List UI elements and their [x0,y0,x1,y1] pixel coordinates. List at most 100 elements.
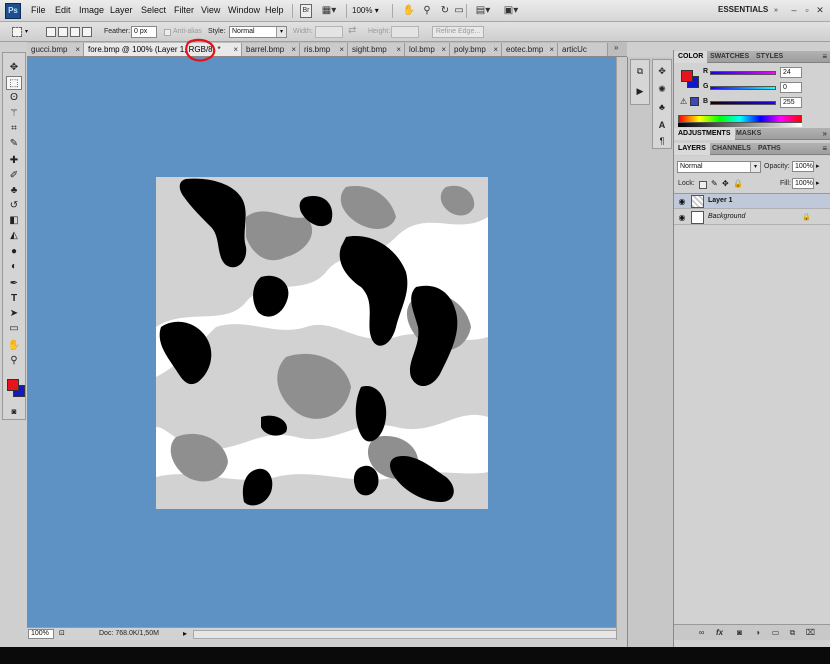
rotate-icon[interactable]: ↻ [438,4,452,18]
status-menu-arrow-icon[interactable]: ▸ [183,629,187,638]
style-select[interactable]: Normal ▾ [229,26,287,38]
tab-sight[interactable]: sight.bmp × [348,43,405,56]
opacity-input[interactable]: 100% [792,161,814,172]
fill-input[interactable]: 100% [792,178,814,189]
layer-row-background[interactable]: ◉ Background 🔒 [674,210,830,225]
delete-layer-icon[interactable]: ⌧ [805,627,816,638]
foreground-color-swatch[interactable] [7,379,19,391]
brushes-panel-icon[interactable]: ✺ [655,82,669,96]
slider-g[interactable]: G 0 [700,82,827,94]
quick-mask-icon[interactable]: ◙ [6,405,22,419]
opacity-arrow-icon[interactable]: ▸ [816,162,820,170]
close-tab-icon[interactable]: × [291,43,296,56]
dodge-tool-icon[interactable]: ◐ [6,260,22,274]
paragraph-panel-icon[interactable]: ¶ [655,134,669,148]
tab-eotec[interactable]: eotec.bmp × [502,43,558,56]
paint-bucket-icon[interactable]: ◭ [6,229,22,243]
tab-channels[interactable]: CHANNELS [708,143,755,155]
gray-ramp[interactable] [678,123,802,127]
tab-fore[interactable]: fore.bmp @ 100% (Layer 1, RGB/8) * × [84,43,242,56]
visibility-eye-icon[interactable]: ◉ [677,197,687,206]
path-select-icon[interactable]: ➤ [6,307,22,321]
minimize-icon[interactable]: – [788,4,800,16]
gamut-swatch[interactable] [690,97,699,106]
tab-barrel[interactable]: barrel.bmp × [242,43,300,56]
crop-tool-icon[interactable]: ⌗ [6,122,22,136]
clone-source-panel-icon[interactable]: ♣ [655,100,669,114]
close-tab-icon[interactable]: × [339,43,344,56]
eraser-tool-icon[interactable]: ◧ [6,214,22,228]
add-mask-icon[interactable]: ◙ [734,627,745,638]
lasso-tool-icon[interactable]: ʘ [6,91,22,105]
character-panel-icon[interactable]: A [655,118,669,132]
marquee-preset-icon[interactable] [12,27,22,37]
horizontal-scrollbar[interactable] [193,630,621,639]
close-icon[interactable]: ✕ [814,4,826,16]
slider-track[interactable] [710,86,776,90]
panel-menu-icon[interactable]: ≡ [822,51,827,63]
slider-track[interactable] [710,101,776,105]
slider-r[interactable]: R 24 [700,67,827,79]
screen-mode-icon[interactable]: ▣▾ [500,4,522,18]
move-tool-icon[interactable]: ✥ [6,61,22,75]
vertical-scrollbar[interactable] [616,57,627,640]
feather-input[interactable]: 0 px [131,26,157,38]
mini-bridge-icon[interactable]: ▦▾ [318,4,340,18]
status-preview-icon[interactable]: ⊡ [59,629,65,637]
blend-mode-select[interactable]: Normal ▾ [677,161,761,173]
color-ramp[interactable] [678,115,802,123]
arrange-icon[interactable]: ▤▾ [472,4,494,18]
zoom-level-dropdown[interactable]: 100% ▾ [352,4,386,18]
new-group-icon[interactable]: ▭ [770,627,781,638]
tab-styles[interactable]: STYLES [752,51,787,63]
layer-style-icon[interactable]: fx [714,627,725,638]
add-selection-icon[interactable] [58,27,68,37]
menu-select[interactable]: Select [141,5,166,15]
workspace-switcher[interactable]: ESSENTIALS [718,5,768,14]
visibility-eye-icon[interactable]: ◉ [677,213,687,222]
tab-poly[interactable]: poly.bmp × [450,43,502,56]
tab-layers[interactable]: LAYERS [674,143,710,155]
camo-image[interactable] [156,177,488,509]
fill-arrow-icon[interactable]: ▸ [816,179,820,187]
link-layers-icon[interactable]: ∞ [696,627,707,638]
close-tab-icon[interactable]: × [493,43,498,56]
bridge-icon[interactable]: Br [300,4,312,18]
intersect-selection-icon[interactable] [82,27,92,37]
navigator-panel-icon[interactable]: ✥ [655,64,669,78]
tab-lol[interactable]: lol.bmp × [405,43,450,56]
panel-menu-icon[interactable]: » [823,128,827,140]
menu-view[interactable]: View [201,5,220,15]
status-zoom-input[interactable]: 100% [28,629,54,639]
menu-file[interactable]: File [31,5,46,15]
healing-brush-icon[interactable]: ✚ [6,154,22,168]
slider-track[interactable] [710,71,776,75]
more-tabs-icon[interactable]: » [614,43,618,52]
menu-edit[interactable]: Edit [55,5,71,15]
menu-image[interactable]: Image [79,5,104,15]
doc-size-info[interactable]: Doc: 768.0K/1,50M [99,630,159,637]
close-tab-icon[interactable]: × [75,43,80,56]
tab-color[interactable]: COLOR [674,51,708,63]
menu-window[interactable]: Window [228,5,260,15]
marquee-tool-icon[interactable]: ⬚ [6,76,22,90]
tab-ris[interactable]: ris.bmp × [300,43,348,56]
tab-gucci[interactable]: gucci.bmp × [27,43,84,56]
workspace-arrow-icon[interactable]: » [772,4,780,18]
zoom-tool-icon[interactable]: ⚲ [6,354,22,368]
close-tab-icon[interactable]: × [441,43,446,56]
tab-swatches[interactable]: SWATCHES [706,51,753,63]
slider-b[interactable]: B 255 [700,97,827,109]
g-value-input[interactable]: 0 [780,82,802,93]
tab-articuc[interactable]: articUc [558,43,608,56]
pen-tool-icon[interactable]: ✒ [6,277,22,291]
clone-stamp-icon[interactable]: ♣ [6,184,22,198]
restore-icon[interactable]: ▫ [801,4,813,16]
hand-tool-icon[interactable]: ✋ [6,339,22,353]
tab-adjustments[interactable]: ADJUSTMENTS [674,128,735,140]
r-value-input[interactable]: 24 [780,67,802,78]
history-brush-icon[interactable]: ↺ [6,199,22,213]
b-value-input[interactable]: 255 [780,97,802,108]
lock-position-icon[interactable]: ✥ [722,179,729,188]
new-layer-icon[interactable]: ⧉ [787,627,798,638]
